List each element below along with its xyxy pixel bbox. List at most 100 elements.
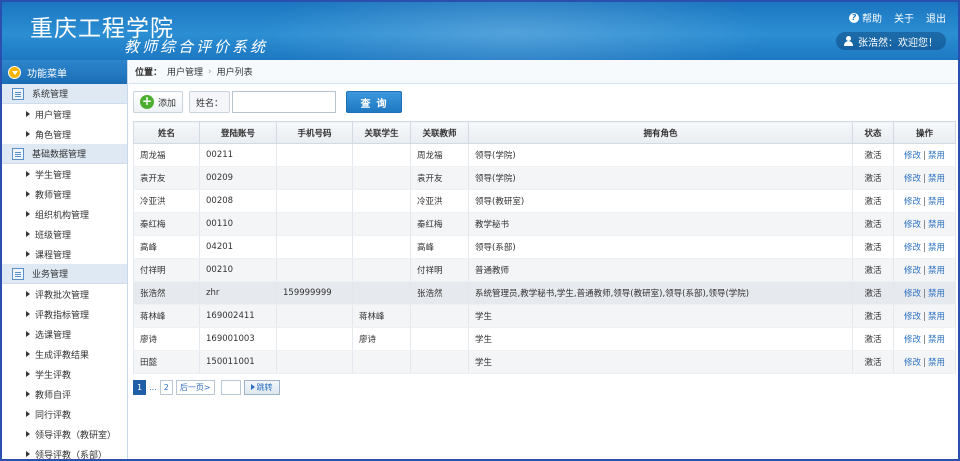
sidebar-item-class-management[interactable]: 班级管理: [2, 224, 127, 244]
sidebar-group-basic-data[interactable]: 基础数据管理: [2, 144, 127, 164]
col-header-status[interactable]: 状态: [852, 121, 894, 144]
page-1-button[interactable]: 1: [133, 379, 147, 395]
edit-link[interactable]: 修改: [904, 266, 921, 276]
sidebar-item-user-management[interactable]: 用户管理: [2, 104, 127, 124]
action-separator: |: [923, 220, 926, 230]
edit-link[interactable]: 修改: [904, 358, 921, 368]
query-button[interactable]: 查询: [346, 91, 403, 113]
cell-teacher: 秦红梅: [410, 212, 469, 236]
col-header-actions: 操作: [893, 121, 956, 144]
cell-phone: [276, 304, 353, 328]
sidebar-item-course-management[interactable]: 课程管理: [2, 244, 127, 264]
cell-actions: 修改 | 禁用: [893, 212, 956, 236]
sidebar-item-course-selection[interactable]: 选课管理: [2, 324, 127, 344]
about-link[interactable]: 关于: [894, 10, 914, 25]
cell-account: 00210: [199, 258, 277, 282]
cell-phone: [276, 212, 353, 236]
toolbar: + 添加 姓名： 查询: [133, 90, 403, 114]
disable-link[interactable]: 禁用: [928, 220, 945, 230]
breadcrumb-level1[interactable]: 用户管理: [167, 65, 203, 78]
name-search-input[interactable]: [232, 91, 337, 113]
sidebar-item-batch-management[interactable]: 评教批次管理: [2, 284, 127, 304]
col-header-student[interactable]: 关联学生: [352, 121, 411, 144]
action-separator: |: [923, 358, 926, 368]
col-header-teacher[interactable]: 关联教师: [410, 121, 469, 144]
cell-account: 150011001: [199, 350, 277, 374]
edit-link[interactable]: 修改: [904, 220, 921, 230]
cell-actions: 修改 | 禁用: [893, 327, 956, 351]
sidebar-item-role-management[interactable]: 角色管理: [2, 124, 127, 144]
disable-link[interactable]: 禁用: [928, 266, 945, 276]
jump-button[interactable]: 跳转: [243, 379, 280, 395]
logout-link[interactable]: 退出: [926, 10, 946, 25]
add-button[interactable]: + 添加: [133, 91, 184, 113]
cell-account: 00110: [199, 212, 277, 236]
user-icon: [844, 36, 853, 46]
edit-link[interactable]: 修改: [904, 335, 921, 345]
col-header-name[interactable]: 姓名: [133, 121, 200, 144]
disable-link[interactable]: 禁用: [928, 335, 945, 345]
sidebar-item-student-evaluation[interactable]: 学生评教: [2, 364, 127, 384]
cell-roles: 领导(教研室): [468, 189, 853, 213]
table-row: 冷亚洪 00208 冷亚洪 领导(教研室) 激活 修改 | 禁用: [133, 189, 956, 213]
cell-student: [352, 235, 411, 259]
sidebar-item-org-management[interactable]: 组织机构管理: [2, 204, 127, 224]
sidebar-item-teacher-self-evaluation[interactable]: 教师自评: [2, 384, 127, 404]
help-link[interactable]: ? 帮助: [849, 10, 882, 25]
cell-status: 激活: [852, 235, 894, 259]
sidebar-group-system[interactable]: 系统管理: [2, 84, 127, 104]
table-row: 袁开友 00209 袁开友 领导(学院) 激活 修改 | 禁用: [133, 166, 956, 190]
cell-roles: 领导(系部): [468, 235, 853, 259]
cell-student: [352, 212, 411, 236]
cell-name: 廖诗: [133, 327, 200, 351]
col-header-account[interactable]: 登陆账号: [199, 121, 277, 144]
sidebar-group-label: 系统管理: [32, 90, 69, 100]
col-header-roles[interactable]: 拥有角色: [468, 121, 853, 144]
edit-link[interactable]: 修改: [904, 197, 921, 207]
edit-link[interactable]: 修改: [904, 151, 921, 161]
cell-account: zhr: [199, 281, 277, 305]
disable-link[interactable]: 禁用: [928, 151, 945, 161]
cell-name: 田懿: [133, 350, 200, 374]
cell-status: 激活: [852, 189, 894, 213]
action-separator: |: [923, 289, 926, 299]
table-header-row: 姓名 登陆账号 手机号码 关联学生 关联教师 拥有角色 状态 操作: [133, 121, 956, 144]
disable-link[interactable]: 禁用: [928, 174, 945, 184]
disable-link[interactable]: 禁用: [928, 243, 945, 253]
cell-student: [352, 281, 411, 305]
disable-link[interactable]: 禁用: [928, 289, 945, 299]
cell-roles: 学生: [468, 304, 853, 328]
action-separator: |: [923, 197, 926, 207]
cell-teacher: [410, 350, 469, 374]
cell-actions: 修改 | 禁用: [893, 235, 956, 259]
sidebar-item-indicator-management[interactable]: 评教指标管理: [2, 304, 127, 324]
triangle-right-icon: [26, 191, 30, 197]
sidebar-item-peer-evaluation[interactable]: 同行评教: [2, 404, 127, 424]
sidebar-item-leader-eval-department[interactable]: 领导评教（系部）: [2, 444, 127, 459]
sidebar-group-business[interactable]: 业务管理: [2, 264, 127, 284]
cell-actions: 修改 | 禁用: [893, 281, 956, 305]
disable-link[interactable]: 禁用: [928, 358, 945, 368]
sidebar-item-generate-results[interactable]: 生成评教结果: [2, 344, 127, 364]
disable-link[interactable]: 禁用: [928, 312, 945, 322]
cell-roles: 学生: [468, 327, 853, 351]
disable-link[interactable]: 禁用: [928, 197, 945, 207]
jump-page-input[interactable]: [220, 379, 241, 395]
cell-teacher: 高峰: [410, 235, 469, 259]
pagination: 1 ... 2 后一页> 跳转: [133, 379, 280, 395]
cell-phone: [276, 143, 353, 167]
sidebar-item-teacher-management[interactable]: 教师管理: [2, 184, 127, 204]
edit-link[interactable]: 修改: [904, 312, 921, 322]
edit-link[interactable]: 修改: [904, 174, 921, 184]
action-separator: |: [923, 312, 926, 322]
page-2-button[interactable]: 2: [159, 379, 173, 395]
sidebar-title-label: 功能菜单: [27, 68, 67, 80]
sidebar-item-student-management[interactable]: 学生管理: [2, 164, 127, 184]
sidebar-item-leader-eval-teaching[interactable]: 领导评教（教研室）: [2, 424, 127, 444]
next-page-button[interactable]: 后一页>: [175, 379, 215, 395]
col-header-phone[interactable]: 手机号码: [276, 121, 353, 144]
edit-link[interactable]: 修改: [904, 243, 921, 253]
edit-link[interactable]: 修改: [904, 289, 921, 299]
cell-student: [352, 258, 411, 282]
breadcrumb-label: 位置：: [135, 68, 163, 78]
